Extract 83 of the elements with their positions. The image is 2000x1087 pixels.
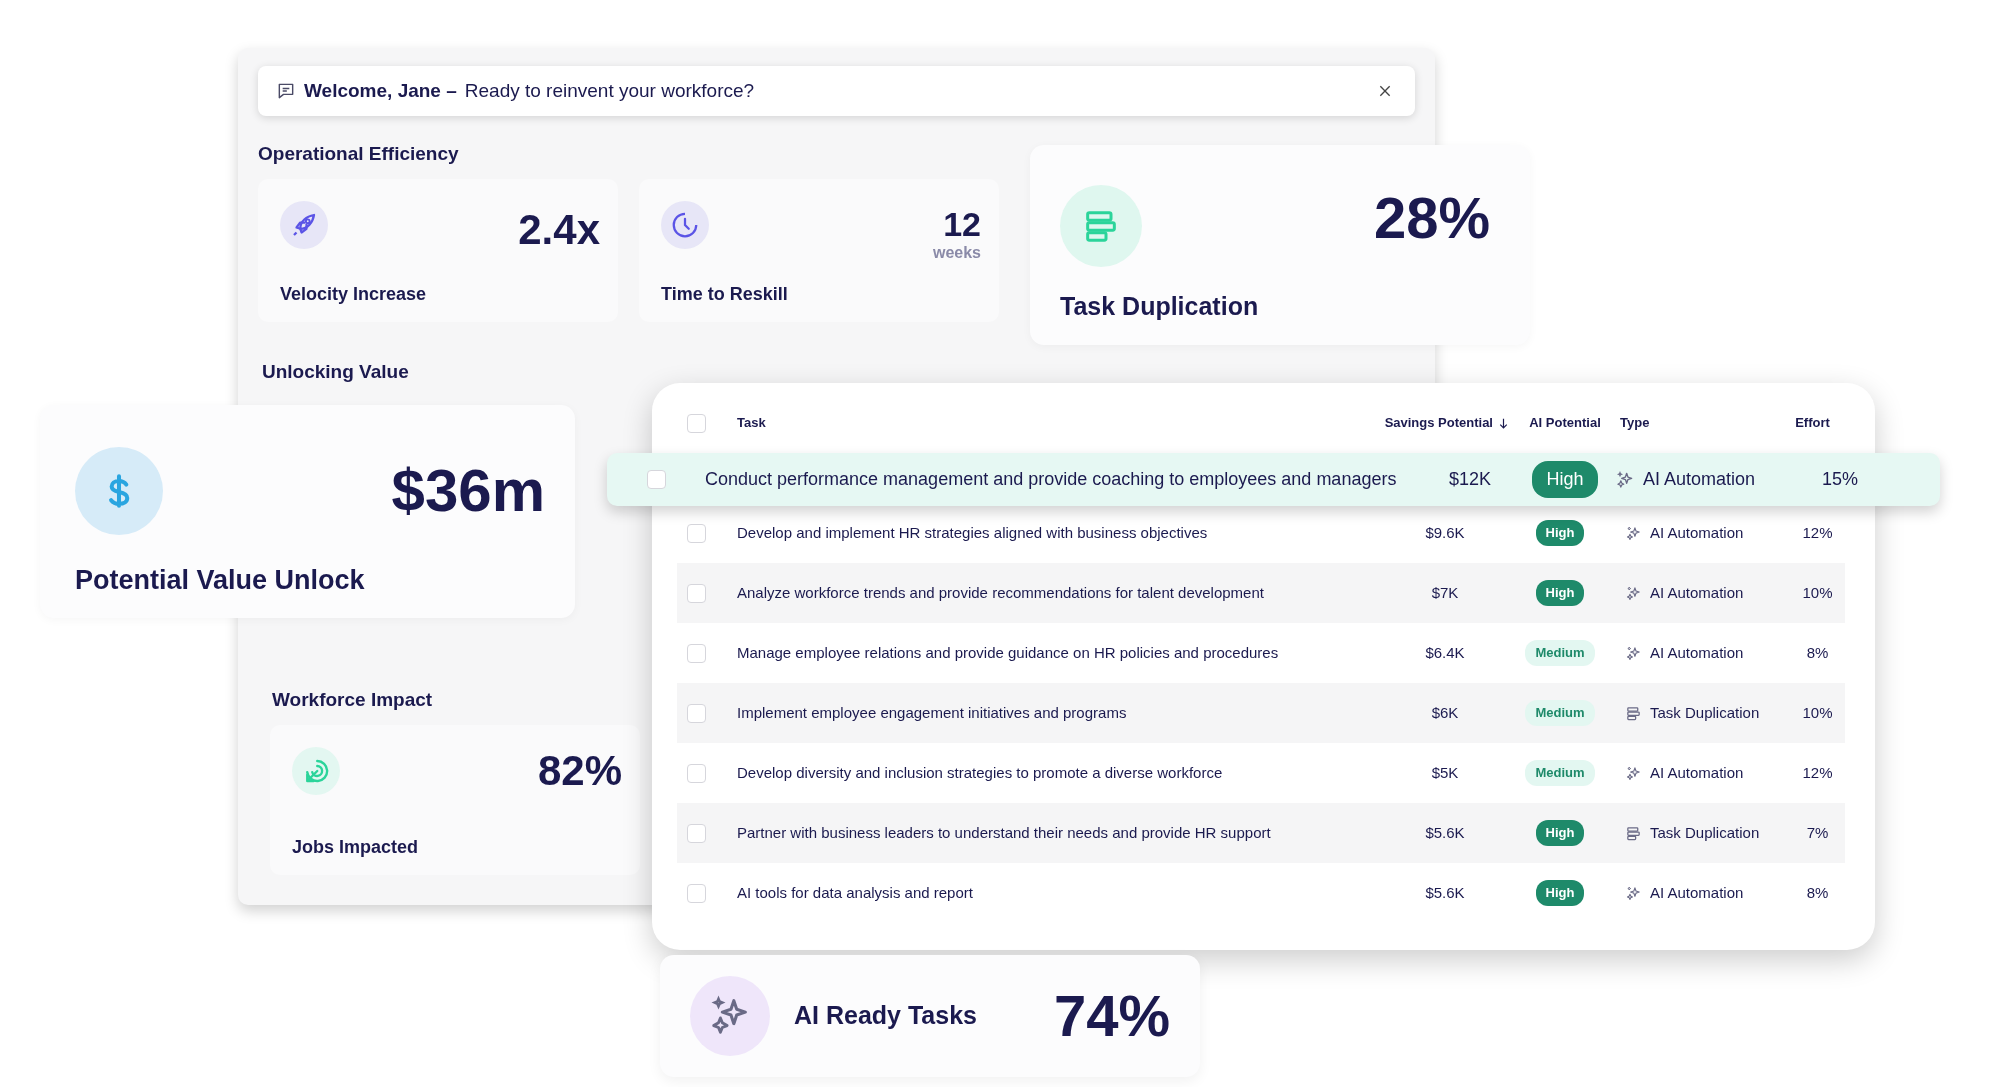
effort-value: 10%: [1801, 702, 1834, 723]
highlighted-row[interactable]: Conduct performance management and provide coaching to employees and managers $12K High AI Automation 15%: [607, 453, 1940, 506]
metric-label: Velocity Increase: [280, 282, 428, 306]
table-row[interactable]: Partner with business leaders to understand their needs and provide HR support $5.6K High Task Duplication 7%: [677, 803, 1845, 863]
column-header[interactable]: Savings Potential: [1384, 413, 1510, 433]
effort-value: 12%: [1801, 522, 1834, 543]
effort-value: 7%: [1805, 822, 1830, 843]
table-row[interactable]: Manage employee relations and provide guidance on HR policies and procedures $6.4K Medium AI Automation 8%: [677, 623, 1845, 683]
welcome-message: Ready to reinvent your workforce?: [464, 78, 755, 103]
task-type: AI Automation: [1650, 642, 1744, 663]
table-row[interactable]: Analyze workforce trends and provide recommendations for talent development $7K High AI Automation 10%: [677, 563, 1845, 623]
effort-value: 8%: [1805, 642, 1830, 663]
row-checkbox[interactable]: [687, 763, 706, 783]
savings-value: $9.6K: [1424, 522, 1466, 543]
savings-value: $5K: [1430, 762, 1460, 783]
ai-potential-tag: High: [1532, 461, 1598, 498]
ai-potential-tag: High: [1535, 880, 1585, 906]
metric-value: 12: [942, 206, 981, 241]
metric-label: Jobs Impacted: [292, 835, 420, 859]
task-type: Task Duplication: [1650, 822, 1760, 843]
metric-value: $36m: [391, 461, 545, 521]
greeting: Welcome, Jane –: [304, 78, 457, 103]
row-checkbox[interactable]: [687, 883, 706, 903]
section-heading: Operational Efficiency: [258, 142, 460, 166]
metric-label: AI Ready Tasks: [794, 1000, 977, 1032]
savings-value: $5.6K: [1424, 822, 1466, 843]
row-checkbox[interactable]: [687, 583, 706, 603]
savings-value: $5.6K: [1424, 882, 1466, 903]
metric-value: 28%: [1373, 189, 1490, 247]
savings-value: $6.4K: [1424, 642, 1466, 663]
ai-potential-tag: Medium: [1525, 760, 1595, 786]
section-heading: Unlocking Value: [262, 359, 410, 384]
column-header[interactable]: Task: [737, 413, 766, 433]
task-text: Partner with business leaders to understand their needs and provide HR support: [737, 822, 1272, 843]
ai-potential-tag: High: [1535, 580, 1585, 606]
ai-potential-tag: High: [1535, 820, 1585, 846]
row-checkbox[interactable]: [687, 643, 706, 663]
row-checkbox[interactable]: [647, 470, 666, 489]
table-row[interactable]: Implement employee engagement initiatives and programs $6K Medium Task Duplication 10%: [677, 683, 1845, 743]
metric-label: Task Duplication: [1060, 290, 1260, 322]
task-text: Analyze workforce trends and provide recommendations for talent development: [737, 582, 1265, 603]
savings-value: $12K: [1447, 468, 1492, 491]
metric-label: Potential Value Unlock: [75, 563, 366, 597]
metric-value: 74%: [1053, 987, 1170, 1045]
chat-icon: [276, 81, 296, 101]
task-text: Develop and implement HR strategies aligned with business objectives: [737, 522, 1209, 543]
ai-potential-tag: Medium: [1525, 700, 1595, 726]
table-row[interactable]: Develop and implement HR strategies aligned with business objectives $9.6K High AI Automation 12%: [677, 503, 1845, 563]
row-checkbox[interactable]: [687, 823, 706, 843]
metric-label: Time to Reskill: [661, 282, 789, 306]
task-type: AI Automation: [1650, 582, 1744, 603]
sort-down-icon: [1497, 416, 1510, 430]
task-type: AI Automation: [1643, 468, 1756, 491]
row-checkbox[interactable]: [687, 703, 706, 723]
task-text: Conduct performance management and provide coaching to employees and managers: [705, 468, 1398, 491]
table-row[interactable]: AI tools for data analysis and report $5.6K High AI Automation 8%: [677, 863, 1845, 923]
select-all-checkbox[interactable]: [687, 413, 706, 433]
metric-value: 2.4x: [518, 208, 600, 251]
metric-unit: weeks: [932, 242, 981, 263]
effort-value: 8%: [1805, 882, 1830, 903]
row-checkbox[interactable]: [687, 523, 706, 543]
task-type: AI Automation: [1650, 762, 1744, 783]
effort-value: 10%: [1801, 582, 1834, 603]
column-header[interactable]: Type: [1620, 413, 1650, 433]
column-header[interactable]: Effort: [1795, 413, 1830, 433]
ai-potential-tag: Medium: [1525, 640, 1595, 666]
close-icon: [1377, 83, 1393, 99]
effort-value: 15%: [1821, 468, 1859, 491]
savings-value: $7K: [1430, 582, 1460, 603]
effort-value: 12%: [1801, 762, 1834, 783]
ai-potential-tag: High: [1535, 520, 1585, 546]
section-heading: Workforce Impact: [272, 688, 433, 712]
task-text: Develop diversity and inclusion strategies to promote a diverse workforce: [737, 762, 1224, 783]
task-text: Manage employee relations and provide guidance on HR policies and procedures: [737, 642, 1280, 663]
task-type: Task Duplication: [1650, 702, 1760, 723]
column-header[interactable]: AI Potential: [1529, 413, 1601, 433]
metric-value: 82%: [537, 749, 622, 792]
table-row[interactable]: Develop diversity and inclusion strategies to promote a diverse workforce $5K Medium AI Automation 12%: [677, 743, 1845, 803]
task-text: Implement employee engagement initiatives and programs: [737, 702, 1128, 723]
task-text: AI tools for data analysis and report: [737, 882, 974, 903]
savings-value: $6K: [1430, 702, 1460, 723]
task-type: AI Automation: [1650, 882, 1744, 903]
task-type: AI Automation: [1650, 522, 1744, 543]
